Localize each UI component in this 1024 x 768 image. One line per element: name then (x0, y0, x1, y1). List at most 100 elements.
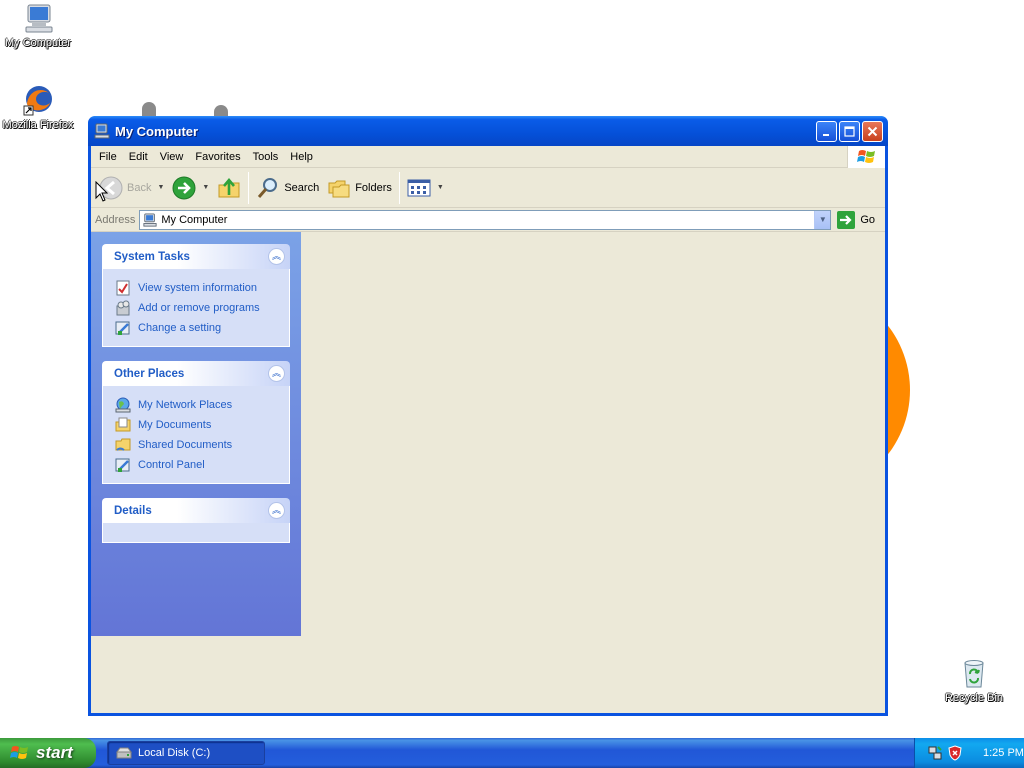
task-add-remove-programs[interactable]: Add or remove programs (115, 298, 277, 318)
folders-button[interactable]: Folders (323, 172, 396, 204)
start-label: start (36, 743, 73, 762)
taskbar-button-label: Local Disk (C:) (138, 747, 211, 759)
start-button[interactable]: start (0, 738, 96, 768)
folder-up-icon (218, 177, 240, 197)
standard-toolbar: Back ▼ ▼ Search Folders ▼ (91, 168, 885, 208)
system-tray: 1:25 PM (914, 738, 1024, 768)
window-title: My Computer (115, 123, 199, 139)
chevron-down-icon: ▼ (818, 215, 827, 224)
panel-title: Details (114, 504, 152, 517)
go-button[interactable]: Go (837, 210, 875, 229)
task-view-system-information[interactable]: View system information (115, 278, 277, 298)
explorer-content: System Tasks ︽ View system information A… (91, 232, 885, 711)
address-bar: Address My Computer ▼ Go (91, 208, 885, 232)
panel-body: View system information Add or remove pr… (102, 269, 290, 347)
panel-body: My Network Places My Documents Shared Do… (102, 386, 290, 484)
chevron-down-icon[interactable]: ▼ (202, 184, 209, 191)
window-client-area: File Edit View Favorites Tools Help Back… (91, 146, 885, 713)
menu-edit[interactable]: Edit (123, 149, 154, 165)
minimize-icon (822, 133, 829, 136)
taskbar: start Local Disk (C:) 1:25 PM (0, 738, 1024, 768)
task-change-setting[interactable]: Change a setting (115, 318, 277, 338)
up-folder-button[interactable] (213, 172, 245, 204)
close-button[interactable] (862, 121, 883, 142)
menu-help[interactable]: Help (284, 149, 319, 165)
folders-icon (328, 180, 350, 197)
taskbar-button-local-disk[interactable]: Local Disk (C:) (107, 741, 265, 765)
views-icon (407, 179, 431, 196)
collapse-chevron-icon[interactable]: ︽ (268, 365, 285, 382)
address-value: My Computer (161, 213, 228, 226)
search-button[interactable]: Search (252, 172, 323, 204)
folders-label: Folders (355, 181, 392, 194)
network-tray-icon[interactable] (927, 745, 943, 761)
windows-logo-icon (847, 146, 885, 168)
panel-header[interactable]: Details ︽ (102, 498, 290, 523)
address-label: Address (95, 213, 136, 226)
place-shared-documents[interactable]: Shared Documents (115, 435, 277, 455)
computer-icon (143, 212, 157, 227)
place-label: My Network Places (138, 399, 233, 411)
search-label: Search (284, 181, 320, 194)
search-icon (258, 177, 278, 198)
place-my-documents[interactable]: My Documents (115, 415, 277, 435)
panel-header[interactable]: Other Places ︽ (102, 361, 290, 386)
place-control-panel[interactable]: Control Panel (115, 455, 277, 475)
forward-button[interactable]: ▼ (168, 172, 213, 204)
task-label: Change a setting (138, 322, 222, 334)
my-documents-icon (115, 417, 131, 432)
place-label: Shared Documents (138, 439, 233, 451)
computer-icon (25, 4, 53, 33)
file-list-area[interactable] (301, 232, 885, 711)
firefox-icon (23, 86, 52, 116)
minimize-button[interactable] (816, 121, 837, 142)
clock[interactable]: 1:25 PM (983, 747, 1024, 759)
place-label: Control Panel (138, 459, 205, 471)
hard-disk-icon (116, 747, 132, 759)
collapse-chevron-icon[interactable]: ︽ (268, 248, 285, 265)
chevron-down-icon[interactable]: ▼ (157, 184, 164, 191)
task-label: Add or remove programs (138, 302, 260, 314)
menu-favorites[interactable]: Favorites (189, 149, 246, 165)
panel-header[interactable]: System Tasks ︽ (102, 244, 290, 269)
other-places-panel: Other Places ︽ My Network Places My Docu… (102, 361, 290, 484)
chevron-down-icon[interactable]: ▼ (437, 184, 444, 191)
place-label: My Documents (138, 419, 212, 431)
collapse-chevron-icon[interactable]: ︽ (268, 502, 285, 519)
desktop-icon-label: Mozilla Firefox (2, 119, 74, 131)
desktop-icon-firefox[interactable]: Mozilla Firefox (0, 84, 76, 131)
windows-logo-icon (10, 746, 28, 759)
menu-bar: File Edit View Favorites Tools Help (91, 146, 885, 168)
menu-view[interactable]: View (154, 149, 190, 165)
desktop-icon-recycle-bin[interactable]: Recycle Bin (936, 657, 1012, 704)
task-label: View system information (138, 282, 258, 294)
computer-icon (94, 123, 110, 139)
maximize-icon (844, 126, 855, 137)
panel-title: Other Places (114, 367, 185, 380)
place-my-network-places[interactable]: My Network Places (115, 395, 277, 415)
panel-body (102, 523, 290, 543)
go-label: Go (860, 213, 875, 226)
title-bar[interactable]: My Computer (88, 116, 888, 146)
menu-tools[interactable]: Tools (247, 149, 285, 165)
details-panel: Details ︽ (102, 498, 290, 543)
shared-folder-icon (115, 438, 131, 451)
panel-title: System Tasks (114, 250, 190, 263)
toolbar-separator (248, 171, 250, 204)
add-remove-programs-icon (116, 300, 130, 316)
forward-arrow-icon (172, 176, 196, 199)
views-button[interactable]: ▼ (403, 172, 448, 204)
address-dropdown-button[interactable]: ▼ (814, 210, 831, 229)
address-input[interactable]: My Computer ▼ (139, 209, 832, 230)
security-shield-icon[interactable] (947, 745, 963, 761)
system-information-icon (116, 280, 130, 296)
network-places-icon (115, 397, 131, 413)
back-label: Back (127, 181, 152, 194)
desktop-icon-my-computer[interactable]: My Computer (0, 2, 76, 49)
maximize-button[interactable] (839, 121, 860, 142)
menu-file[interactable]: File (93, 149, 123, 165)
recycle-bin-icon (964, 660, 984, 688)
mouse-cursor-icon (95, 181, 108, 202)
toolbar-separator (398, 171, 400, 204)
desktop-icon-label: Recycle Bin (944, 692, 1004, 704)
